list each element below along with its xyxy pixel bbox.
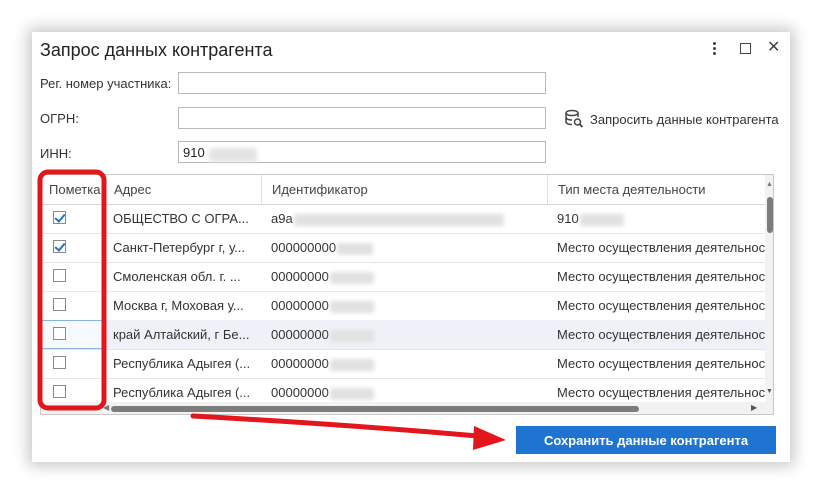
scroll-right-icon[interactable]: ▶ [751,403,757,412]
identifier-value: 00000000 [271,327,329,342]
vertical-scroll-thumb[interactable] [767,197,773,233]
identifier-redacted [329,300,374,313]
ogrn-label: ОГРН: [40,111,79,126]
reg-number-label: Рег. номер участника: [40,76,172,91]
identifier-cell: a9a [261,204,547,233]
row-checkbox[interactable] [53,385,66,398]
inn-redacted [209,148,257,162]
identifier-redacted [329,358,374,371]
database-search-icon [565,109,584,128]
row-checkbox[interactable] [53,240,66,253]
identifier-value: 00000000 [271,298,329,313]
identifier-redacted [329,329,374,342]
column-header-identifier[interactable]: Идентификатор [261,175,547,204]
horizontal-scrollbar[interactable]: ◀ ▶ [41,402,773,414]
column-header-mark[interactable]: Пометка [41,175,105,204]
identifier-redacted [337,242,374,255]
mark-cell [41,204,105,233]
mark-cell [41,291,105,320]
activity-type-cell: Место осуществления деятельности [557,356,767,371]
inn-label: ИНН: [40,146,72,161]
identifier-cell: 000000000 [261,233,547,262]
address-cell: Смоленская обл. г. ... [113,269,241,284]
address-cell: Санкт-Петербург г, у... [113,240,245,255]
counterparty-grid: Пометка Адрес Идентификатор Тип места де… [40,174,774,415]
counterparty-request-dialog: Запрос данных контрагента ✕ Рег. номер у… [32,32,790,462]
table-row[interactable]: край Алтайский, г Бе... 00000000 Место о… [41,320,767,350]
identifier-value: 00000000 [271,269,329,284]
mark-cell [41,262,105,291]
table-row[interactable]: Республика Адыгея (... 00000000 Место ос… [41,349,767,379]
scroll-up-icon[interactable]: ▲ [766,181,773,188]
column-header-address[interactable]: Адрес [105,175,261,204]
identifier-value: a9a [271,211,293,226]
horizontal-scroll-thumb[interactable] [111,406,639,412]
row-checkbox[interactable] [53,327,66,340]
table-row[interactable]: ОБЩЕСТВО С ОГРА... a9a 910 [41,204,765,234]
mark-cell [41,349,105,378]
table-row[interactable]: Москва г, Моховая у... 00000000 Место ос… [41,291,767,321]
activity-type-value: 910 [557,211,579,226]
scroll-left-icon[interactable]: ◀ [103,403,109,412]
activity-type-cell: 910 [547,204,767,233]
query-counterparty-label: Запросить данные контрагента [590,111,779,127]
query-counterparty-button[interactable]: Запросить данные контрагента [564,108,779,130]
identifier-cell: 00000000 [261,262,547,291]
vertical-scrollbar[interactable]: ▲ ▼ [765,175,773,402]
identifier-redacted [329,387,374,400]
activity-type-cell: Место осуществления деятельности [557,327,767,342]
activity-type-cell: Место осуществления деятельности [557,240,767,255]
mark-cell [41,233,105,262]
scroll-down-icon[interactable]: ▼ [766,388,773,395]
identifier-cell: 00000000 [261,291,547,320]
table-row[interactable]: Смоленская обл. г. ... 00000000 Место ос… [41,262,767,292]
mark-cell [41,320,105,349]
address-cell: ОБЩЕСТВО С ОГРА... [113,211,249,226]
dialog-title: Запрос данных контрагента [40,40,273,60]
identifier-redacted [329,271,374,284]
identifier-value: 00000000 [271,356,329,371]
identifier-value: 000000000 [271,240,337,255]
identifier-cell: 00000000 [261,320,547,349]
identifier-cell: 00000000 [261,349,547,378]
address-cell: Москва г, Моховая у... [113,298,244,313]
ogrn-input[interactable] [178,107,546,129]
grid-header: Пометка Адрес Идентификатор Тип места де… [41,175,765,205]
row-checkbox[interactable] [53,298,66,311]
maximize-icon[interactable] [740,43,751,54]
type-redacted [579,213,624,226]
table-row[interactable]: Санкт-Петербург г, у... 000000000 Место … [41,233,767,263]
row-checkbox[interactable] [53,356,66,369]
close-icon[interactable]: ✕ [767,37,780,57]
activity-type-cell: Место осуществления деятельности [557,298,767,313]
identifier-redacted [293,213,504,226]
more-options-icon[interactable] [708,40,720,56]
row-checkbox[interactable] [53,269,66,282]
reg-number-input[interactable] [178,72,546,94]
address-cell: Республика Адыгея (... [113,356,251,371]
identifier-value: 00000000 [271,385,329,400]
activity-type-cell: Место осуществления деятельности [557,269,767,284]
column-header-activity-type[interactable]: Тип места деятельности [547,175,767,204]
row-checkbox[interactable] [53,211,66,224]
save-counterparty-button[interactable]: Сохранить данные контрагента [516,426,776,454]
address-cell: край Алтайский, г Бе... [113,327,250,342]
